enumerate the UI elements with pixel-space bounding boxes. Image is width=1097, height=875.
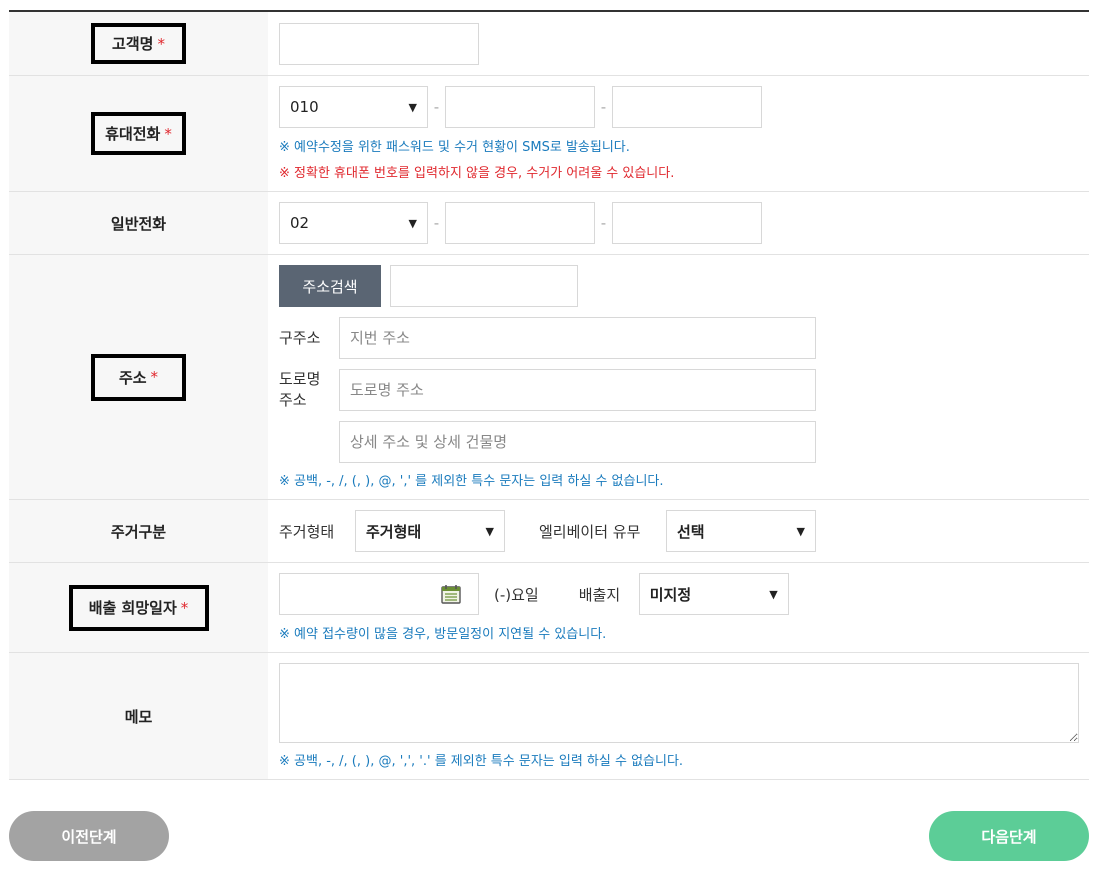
- phone-prefix-value: 02: [290, 214, 310, 232]
- label-box: 배출 희망일자 *: [68, 584, 209, 631]
- postcode-input[interactable]: [390, 265, 578, 307]
- mobile-notice: ※ 예약수정을 위한 패스워드 및 수거 현황이 SMS로 발송됩니다.: [279, 140, 630, 155]
- value-cell: 02 ▼ - -: [268, 192, 1089, 254]
- detail-address-line: [279, 421, 816, 463]
- customer-name-input[interactable]: [279, 23, 479, 65]
- mobile-middle-input[interactable]: [445, 86, 595, 128]
- label-cell: 배출 희망일자 *: [9, 563, 268, 652]
- label-box: 휴대전화 *: [91, 112, 186, 155]
- old-address-line: 구주소: [279, 317, 816, 359]
- mobile-last-input[interactable]: [612, 86, 762, 128]
- label-cell: 고객명 *: [9, 12, 268, 75]
- housing-label: 주거구분: [110, 522, 167, 541]
- value-cell: 주거형태 주거형태 ▼ 엘리베이터 유무 선택 ▼: [268, 500, 1089, 562]
- place-value: 미지정: [649, 585, 692, 604]
- row-housing: 주거구분 주거형태 주거형태 ▼ 엘리베이터 유무 선택 ▼: [9, 500, 1089, 563]
- date-label: 배출 희망일자: [88, 599, 177, 617]
- label-box: 주소 *: [91, 353, 186, 401]
- housing-type-select[interactable]: 주거형태 ▼: [355, 510, 505, 552]
- row-customer-name: 고객명 *: [9, 12, 1089, 76]
- address-search-button[interactable]: 주소검색: [279, 265, 381, 307]
- housing-type-label: 주거형태: [279, 522, 335, 541]
- memo-textarea[interactable]: [279, 663, 1079, 743]
- memo-label: 메모: [124, 707, 153, 726]
- phone-label: 일반전화: [110, 214, 167, 233]
- label-cell: 메모: [9, 653, 268, 779]
- dash-separator: -: [433, 98, 440, 116]
- label-cell: 주소 *: [9, 255, 268, 499]
- chevron-down-icon: ▼: [796, 524, 805, 538]
- required-mark: *: [157, 34, 165, 53]
- detail-address-input[interactable]: [339, 421, 816, 463]
- label-box: 고객명 *: [91, 23, 186, 64]
- road-address-input[interactable]: [339, 369, 816, 411]
- phone-last-input[interactable]: [612, 202, 762, 244]
- dash-separator: -: [433, 214, 440, 232]
- value-cell: 010 ▼ - - ※ 예약수정을 위한 패스워드 및 수거 현황이 SMS로 발…: [268, 76, 1089, 191]
- phone-prefix-select[interactable]: 02 ▼: [279, 202, 428, 244]
- chevron-down-icon: ▼: [408, 216, 417, 230]
- dash-separator: -: [600, 214, 607, 232]
- mobile-prefix-value: 010: [290, 98, 319, 116]
- row-memo: 메모 ※ 공백, -, /, (, ), @, ',', '.' 를 제외한 특…: [9, 653, 1089, 780]
- date-notice: ※ 예약 접수량이 많을 경우, 방문일정이 지연될 수 있습니다.: [279, 627, 607, 642]
- address-search-line: 주소검색: [279, 265, 578, 307]
- road-address-label: 도로명 주소: [279, 370, 321, 409]
- row-phone: 일반전화 02 ▼ - -: [9, 192, 1089, 255]
- phone-inputs: 02 ▼ - -: [279, 202, 762, 244]
- old-address-input[interactable]: [339, 317, 816, 359]
- chevron-down-icon: ▼: [769, 587, 778, 601]
- value-cell: 주소검색 구주소 도로명 주소 ※ 공백, -, /, (, ), @, ','…: [268, 255, 1089, 499]
- housing-type-value: 주거형태: [366, 522, 422, 541]
- required-mark: *: [180, 598, 189, 617]
- date-input[interactable]: [279, 573, 479, 615]
- old-address-label: 구주소: [279, 328, 321, 347]
- calendar-icon[interactable]: [440, 583, 462, 605]
- address-notice: ※ 공백, -, /, (, ), @, ',' 를 제외한 특수 문자는 입력…: [279, 474, 664, 489]
- value-cell: (-)요일 배출지 미지정 ▼ ※ 예약 접수량이 많을 경우, 방문일정이 지…: [268, 563, 1089, 652]
- chevron-down-icon: ▼: [408, 100, 417, 114]
- reservation-form: 고객명 * 휴대전화 * 010 ▼ - - ※ 예약수정을 위한 패스워드 및 …: [9, 10, 1089, 780]
- elevator-value: 선택: [677, 522, 705, 541]
- label-cell: 주거구분: [9, 500, 268, 562]
- prev-step-button[interactable]: 이전단계: [9, 811, 169, 861]
- row-address: 주소 * 주소검색 구주소 도로명 주소 ※ 공백, -, /, (, ), @…: [9, 255, 1089, 500]
- memo-notice: ※ 공백, -, /, (, ), @, ',', '.' 를 제외한 특수 문…: [279, 754, 684, 769]
- place-label: 배출지: [578, 585, 621, 604]
- required-mark: *: [164, 124, 172, 143]
- next-step-button[interactable]: 다음단계: [929, 811, 1089, 861]
- housing-controls: 주거형태 주거형태 ▼ 엘리베이터 유무 선택 ▼: [279, 510, 816, 552]
- dash-separator: -: [600, 98, 607, 116]
- address-label: 주소: [118, 368, 147, 387]
- mobile-inputs: 010 ▼ - -: [279, 86, 762, 128]
- road-address-line: 도로명 주소: [279, 369, 816, 411]
- row-date: 배출 희망일자 * (-)요일 배출지 미지정 ▼ ※ 예약 접수량이 많을 경…: [9, 563, 1089, 653]
- value-cell: ※ 공백, -, /, (, ), @, ',', '.' 를 제외한 특수 문…: [268, 653, 1089, 779]
- weekday-text: (-)요일: [494, 585, 539, 604]
- label-cell: 휴대전화 *: [9, 76, 268, 191]
- date-controls: (-)요일 배출지 미지정 ▼: [279, 573, 789, 615]
- required-mark: *: [150, 368, 159, 386]
- customer-name-label: 고객명: [112, 35, 154, 53]
- elevator-select[interactable]: 선택 ▼: [666, 510, 816, 552]
- place-select[interactable]: 미지정 ▼: [638, 573, 789, 615]
- phone-middle-input[interactable]: [445, 202, 595, 244]
- mobile-prefix-select[interactable]: 010 ▼: [279, 86, 428, 128]
- elevator-label: 엘리베이터 유무: [539, 522, 641, 541]
- mobile-label: 휴대전화: [105, 125, 161, 143]
- label-cell: 일반전화: [9, 192, 268, 254]
- chevron-down-icon: ▼: [485, 524, 494, 538]
- mobile-warning: ※ 정확한 휴대폰 번호를 입력하지 않을 경우, 수거가 어려울 수 있습니다…: [279, 166, 675, 181]
- row-mobile: 휴대전화 * 010 ▼ - - ※ 예약수정을 위한 패스워드 및 수거 현황이…: [9, 76, 1089, 192]
- value-cell: [268, 12, 1089, 75]
